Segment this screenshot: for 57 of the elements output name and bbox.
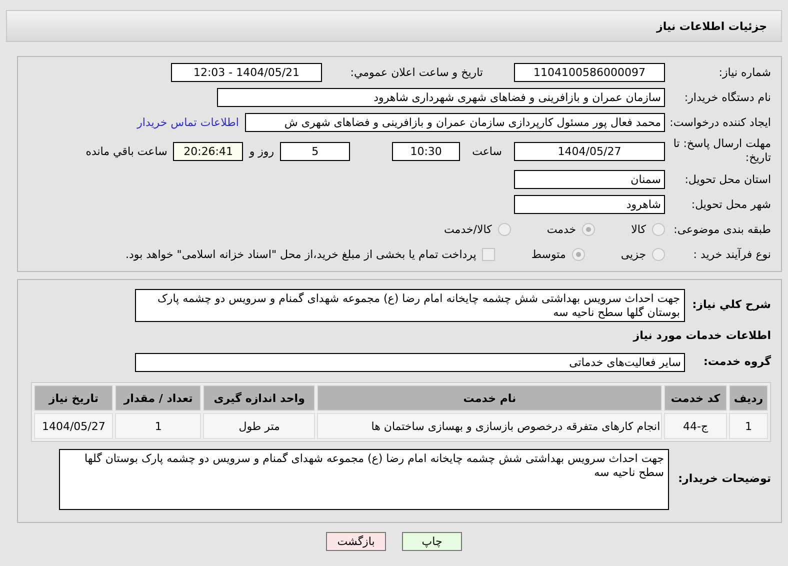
description-textarea: جهت احداث سرویس بهداشتی شش چشمه چایخانه امام رضا (ع) مجموعه شهدای گمنام و سرویس دو چشمه پارک بوستان گلها سطح ناحیه سه <box>135 288 685 322</box>
page-header: جزئیات اطلاعات نیاز <box>6 10 782 42</box>
province-field: سمنان <box>514 170 665 189</box>
field-label: ایجاد کننده درخواست: <box>671 116 771 130</box>
radio-button[interactable] <box>652 223 665 236</box>
days-field: 5 <box>280 142 350 160</box>
radio-button[interactable] <box>582 223 596 236</box>
column-header: واحد اندازه گیری <box>203 385 316 411</box>
table-cell: 1 <box>115 413 202 439</box>
field-label: نوع فرآیند خرید : <box>692 248 771 262</box>
service-group-field: سایر فعالیت‌های خدماتی <box>135 352 685 372</box>
field-label: نام دستگاه خریدار: <box>683 90 771 104</box>
radio-label: خدمت <box>546 223 576 236</box>
field-label: توضیحات خریدار: <box>677 472 771 486</box>
contact-link[interactable]: اطلاعات تماس خریدار <box>137 116 239 129</box>
radio-label: متوسط <box>531 248 566 261</box>
field-label: شرح کلي نياز: <box>691 298 771 312</box>
field-label: شهر محل تحویل: <box>690 198 771 212</box>
table-cell: انجام کارهای متفرقه درخصوص بازسازی و بهسازی ساختمان ها <box>317 413 662 439</box>
field-label: تاریخ و ساعت اعلان عمومي: <box>349 66 483 80</box>
column-header: کد خدمت <box>664 385 727 411</box>
requester-field: محمد فعال پور مسئول کارپردازی سازمان عمران و بازافرینی و فضاهای شهری ش <box>245 113 665 132</box>
city-field: شاهرود <box>514 195 665 214</box>
column-header: تعداد / مقدار <box>115 385 202 411</box>
print-button[interactable]: چاپ <box>402 532 462 551</box>
column-header: تاریخ نیاز <box>34 385 114 411</box>
announce-date-field: 1404/05/21 - 12:03 <box>171 63 322 82</box>
column-header: ردیف <box>728 385 768 411</box>
time-label: ساعت <box>472 144 502 158</box>
section-title: اطلاعات خدمات مورد نیاز <box>632 329 771 343</box>
field-label: مهلت ارسال پاسخ: تا تاریخ: <box>672 137 771 165</box>
field-label: طبقه بندی موضوعی: <box>672 222 771 236</box>
remaining-time-field: 20:26:41 <box>173 142 244 160</box>
deadline-date-field: 1404/05/27 <box>514 142 665 160</box>
remaining-label: ساعت باقي مانده <box>86 144 168 158</box>
days-label: روز و <box>249 144 274 158</box>
buyer-notes-textarea: جهت احداث سرویس بهداشتی شش چشمه چایخانه امام رضا (ع) مجموعه شهدای گمنام و سرویس دو چشمه پارک بوستان گلها سطح ناحیه سه <box>59 448 669 510</box>
radio-label: کالا/خدمت <box>444 223 492 236</box>
radio-button[interactable] <box>572 248 585 261</box>
table-cell: متر طول <box>203 413 316 439</box>
radio-label: جزیی <box>620 248 646 261</box>
field-label: گروه خدمت: <box>702 355 771 369</box>
radio-label: کالا <box>631 223 646 236</box>
deadline-time-field: 10:30 <box>392 142 460 160</box>
table-cell: ج-44 <box>664 413 727 439</box>
need-number-field: 1104100586000097 <box>514 63 665 82</box>
radio-button[interactable] <box>498 223 511 236</box>
buyer-org-field: سازمان عمران و بازافرینی و فضاهای شهری شهرداری شاهرود <box>217 88 665 107</box>
radio-button[interactable] <box>652 248 665 261</box>
checkbox[interactable] <box>482 248 496 261</box>
field-label: استان محل تحویل: <box>684 172 771 186</box>
column-header: نام خدمت <box>317 385 662 411</box>
checkbox-label: پرداخت تمام یا بخشی از مبلغ خرید،از محل "اسناد خزانه اسلامی" خواهد بود. <box>126 248 476 261</box>
table-cell: 1 <box>728 413 768 439</box>
back-button[interactable]: بازگشت <box>326 532 386 551</box>
table-cell: 1404/05/27 <box>34 413 114 439</box>
field-label: شماره نیاز: <box>718 66 771 80</box>
